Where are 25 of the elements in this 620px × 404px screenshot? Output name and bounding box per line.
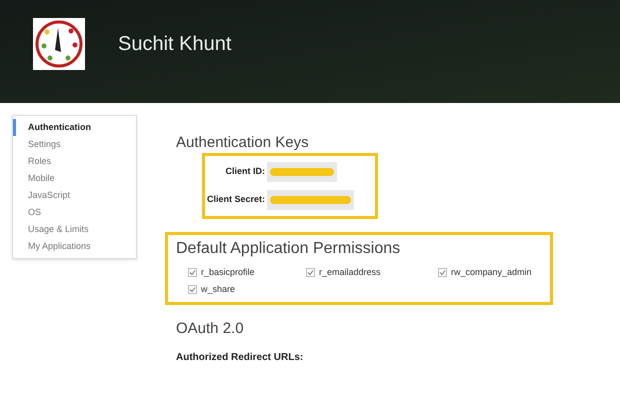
section-heading: Default Application Permissions	[176, 241, 402, 257]
checkbox[interactable]	[438, 268, 447, 278]
sidebar-item[interactable]: Roles	[13, 153, 136, 170]
checkbox[interactable]	[188, 268, 197, 278]
sidebar-item[interactable]: My Applications	[13, 238, 136, 255]
checkbox-label: r_emailaddress	[319, 266, 381, 279]
sidebar-item[interactable]: JavaScript	[13, 187, 136, 204]
section-heading: Authentication Keys	[176, 135, 310, 150]
checkbox-label: w_share	[201, 282, 236, 296]
sidebar-item[interactable]: Usage & Limits	[13, 221, 136, 238]
field-label: Client Secret:	[206, 193, 265, 206]
checkbox-label: rw_company_admin	[451, 266, 532, 279]
section-heading: OAuth 2.0	[176, 321, 245, 336]
user-name: Suchit Khunt	[118, 32, 232, 56]
checkbox-label: r_basicprofile	[201, 266, 255, 279]
redacted-field	[267, 162, 337, 182]
checkbox[interactable]	[306, 268, 315, 278]
sidebar-item[interactable]: OS	[13, 204, 136, 221]
field-label: Authorized Redirect URLs:	[176, 351, 304, 365]
sidebar-item[interactable]: Settings	[13, 136, 136, 153]
field-label: Client ID:	[224, 165, 265, 178]
checkbox[interactable]	[188, 284, 197, 294]
clock-logo-icon	[33, 18, 85, 70]
sidebar-item[interactable]: Authentication	[13, 119, 136, 136]
sidebar-item[interactable]: Mobile	[13, 170, 136, 187]
